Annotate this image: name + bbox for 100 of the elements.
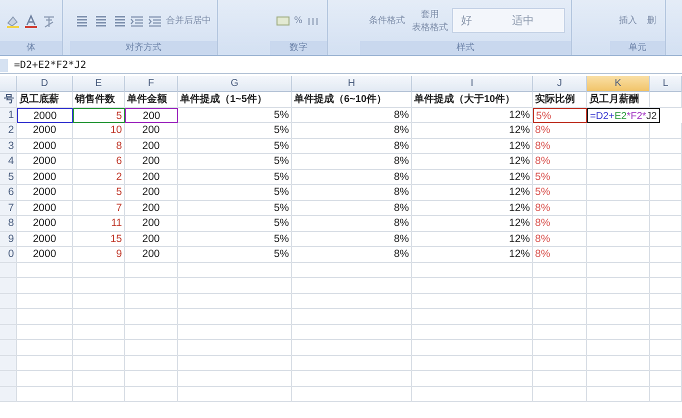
table-cell <box>533 262 587 278</box>
table-cell <box>73 278 125 294</box>
table-cell: 6 <box>0 185 17 200</box>
table-cell: 12% <box>412 200 533 216</box>
table-cell <box>650 356 682 371</box>
table-cell <box>533 340 587 356</box>
align-icon[interactable] <box>76 14 90 28</box>
table-cell <box>17 278 73 294</box>
table-cell: 8% <box>292 170 412 185</box>
table-cell: 5 <box>73 185 125 200</box>
row-header <box>0 324 17 340</box>
table-cell <box>17 386 73 402</box>
table-cell <box>587 262 650 278</box>
table-cell <box>125 356 178 371</box>
table-cell <box>533 386 587 402</box>
table-cell: 5% <box>178 108 292 123</box>
table-cell <box>73 262 125 278</box>
fill-color-icon[interactable] <box>6 14 20 28</box>
column-header[interactable] <box>0 76 17 92</box>
table-cell <box>650 138 682 154</box>
align-icon[interactable] <box>112 14 126 28</box>
indent-icon[interactable] <box>130 14 144 28</box>
row-header <box>0 356 17 371</box>
formula-text[interactable]: =D2+E2*F2*J2 <box>14 60 86 71</box>
table-cell <box>73 340 125 356</box>
table-cell <box>533 324 587 340</box>
table-cell: 12% <box>412 185 533 200</box>
table-cell: 5% <box>178 138 292 154</box>
table-cell <box>587 138 650 154</box>
table-cell: 200 <box>125 108 178 123</box>
header-cell: 实际比例 <box>533 92 587 108</box>
table-cell: 8% <box>533 123 587 138</box>
table-cell: 200 <box>125 200 178 216</box>
column-header[interactable]: I <box>412 76 533 92</box>
table-cell <box>650 247 682 262</box>
merge-center-button[interactable]: 合并后居中 <box>166 14 211 27</box>
column-header[interactable]: K <box>587 76 650 92</box>
table-cell: 8% <box>533 154 587 170</box>
header-cell: 单件提成（大于10件） <box>412 92 533 108</box>
table-cell: 2000 <box>17 216 73 232</box>
row-header <box>0 278 17 294</box>
column-header[interactable]: E <box>73 76 125 92</box>
indent-icon[interactable] <box>148 14 162 28</box>
table-cell <box>587 170 650 185</box>
percent-button[interactable]: % <box>294 16 303 26</box>
table-cell <box>17 340 73 356</box>
conditional-format-button[interactable]: 条件格式 <box>366 14 408 27</box>
table-cell: 8 <box>73 138 125 154</box>
group-label: 样式 <box>360 41 571 55</box>
column-header[interactable]: J <box>533 76 587 92</box>
table-cell <box>73 324 125 340</box>
table-cell: 2000 <box>17 138 73 154</box>
table-cell: 200 <box>125 154 178 170</box>
column-header[interactable]: D <box>17 76 73 92</box>
table-cell <box>587 200 650 216</box>
header-cell: 员工月薪酬 <box>587 92 650 108</box>
table-cell <box>125 262 178 278</box>
table-cell: 5% <box>178 232 292 247</box>
table-cell: 2000 <box>17 200 73 216</box>
currency-icon[interactable] <box>276 14 290 28</box>
table-cell: 12% <box>412 154 533 170</box>
cells-button[interactable]: 插入 <box>616 14 640 27</box>
table-cell: 2000 <box>17 108 73 123</box>
table-cell: 200 <box>125 216 178 232</box>
table-cell: 8% <box>292 108 412 123</box>
column-header[interactable]: L <box>650 76 682 92</box>
table-cell: 9 <box>73 247 125 262</box>
column-header[interactable]: G <box>178 76 292 92</box>
table-cell <box>650 371 682 386</box>
table-cell <box>125 324 178 340</box>
formula-cell[interactable]: =D2+E2*F2*J2 <box>587 108 660 123</box>
table-cell: 200 <box>125 247 178 262</box>
table-cell: 4 <box>0 154 17 170</box>
table-cell: 15 <box>73 232 125 247</box>
table-format-button[interactable]: 套用 <box>418 8 442 20</box>
table-cell <box>125 294 178 309</box>
table-cell: 8% <box>533 232 587 247</box>
table-cell: 2 <box>0 123 17 138</box>
table-cell: 2000 <box>17 154 73 170</box>
table-cell <box>650 154 682 170</box>
table-cell: 5% <box>178 170 292 185</box>
table-cell <box>587 294 650 309</box>
table-cell <box>650 200 682 216</box>
column-header[interactable]: F <box>125 76 178 92</box>
table-cell: 2000 <box>17 170 73 185</box>
table-cell <box>650 262 682 278</box>
table-cell: 8% <box>292 138 412 154</box>
column-header[interactable]: H <box>292 76 412 92</box>
table-cell: 200 <box>125 170 178 185</box>
table-cell: 0 <box>0 247 17 262</box>
font-color-icon[interactable] <box>24 14 38 28</box>
align-icon[interactable] <box>94 14 108 28</box>
table-cell: 11 <box>73 216 125 232</box>
table-cell: 7 <box>73 200 125 216</box>
table-cell <box>17 309 73 324</box>
table-cell: 8% <box>292 154 412 170</box>
table-cell: 5% <box>178 216 292 232</box>
table-cell <box>650 278 682 294</box>
table-cell: 9 <box>0 232 17 247</box>
header-cell: 号 <box>0 92 17 108</box>
